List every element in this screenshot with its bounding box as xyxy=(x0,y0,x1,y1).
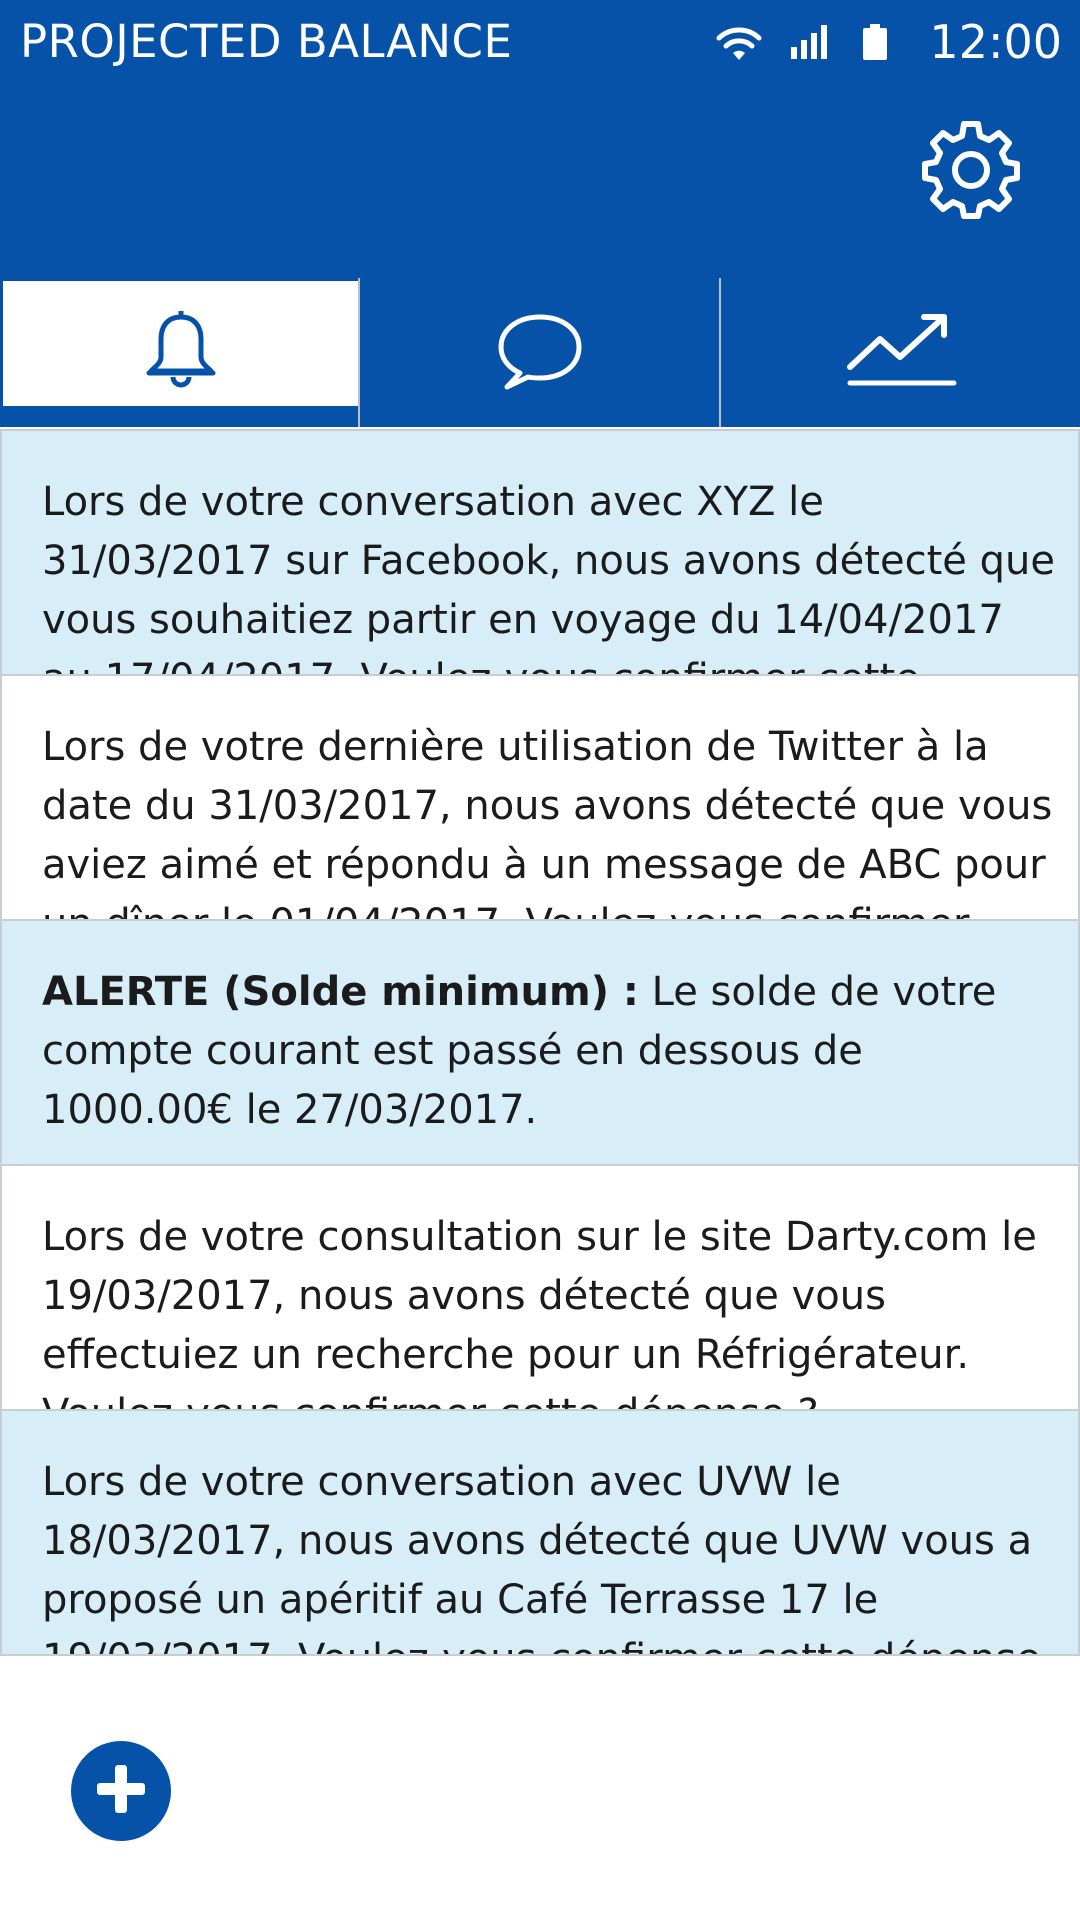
trend-chart-icon xyxy=(844,311,958,395)
tab-trend[interactable] xyxy=(721,278,1080,427)
tab-bar xyxy=(0,278,1080,427)
gear-icon[interactable] xyxy=(917,116,1025,224)
battery-icon xyxy=(863,24,888,60)
plus-icon xyxy=(93,1761,149,1821)
chat-bubble-icon xyxy=(495,311,585,395)
status-time: 12:00 xyxy=(929,15,1062,69)
app-screen: PROJECTED BALANCE 12:00 Lors de votre co… xyxy=(0,0,1080,1920)
bell-icon xyxy=(145,308,217,395)
alert-title: ALERTE (Solde minimum) : xyxy=(42,969,639,1015)
notification-card[interactable]: Lors de votre conversation avec UVW le 1… xyxy=(0,1409,1080,1656)
notification-list: Lors de votre conversation avec XYZ le 3… xyxy=(0,429,1080,1656)
add-button[interactable] xyxy=(71,1741,171,1841)
tab-alerts[interactable] xyxy=(0,278,358,427)
app-title: PROJECTED BALANCE xyxy=(20,15,513,68)
tab-messages[interactable] xyxy=(360,278,719,427)
status-bar: 12:00 xyxy=(715,12,1062,72)
tab-selected-indicator xyxy=(3,406,358,424)
notification-text: Lors de votre consultation sur le site D… xyxy=(42,1214,1037,1409)
app-header: PROJECTED BALANCE 12:00 xyxy=(0,0,1080,278)
wifi-icon xyxy=(715,22,763,62)
notification-card-alert[interactable]: ALERTE (Solde minimum) : Le solde de vot… xyxy=(0,919,1080,1166)
notification-text: Lors de votre conversation avec UVW le 1… xyxy=(42,1459,1041,1654)
notification-card[interactable]: Lors de votre conversation avec XYZ le 3… xyxy=(0,429,1080,676)
signal-icon xyxy=(791,25,829,59)
notification-card[interactable]: Lors de votre dernière utilisation de Tw… xyxy=(0,674,1080,921)
notification-text: Lors de votre dernière utilisation de Tw… xyxy=(42,724,1053,919)
notification-card[interactable]: Lors de votre consultation sur le site D… xyxy=(0,1164,1080,1411)
notification-text: Lors de votre conversation avec XYZ le 3… xyxy=(42,479,1055,674)
